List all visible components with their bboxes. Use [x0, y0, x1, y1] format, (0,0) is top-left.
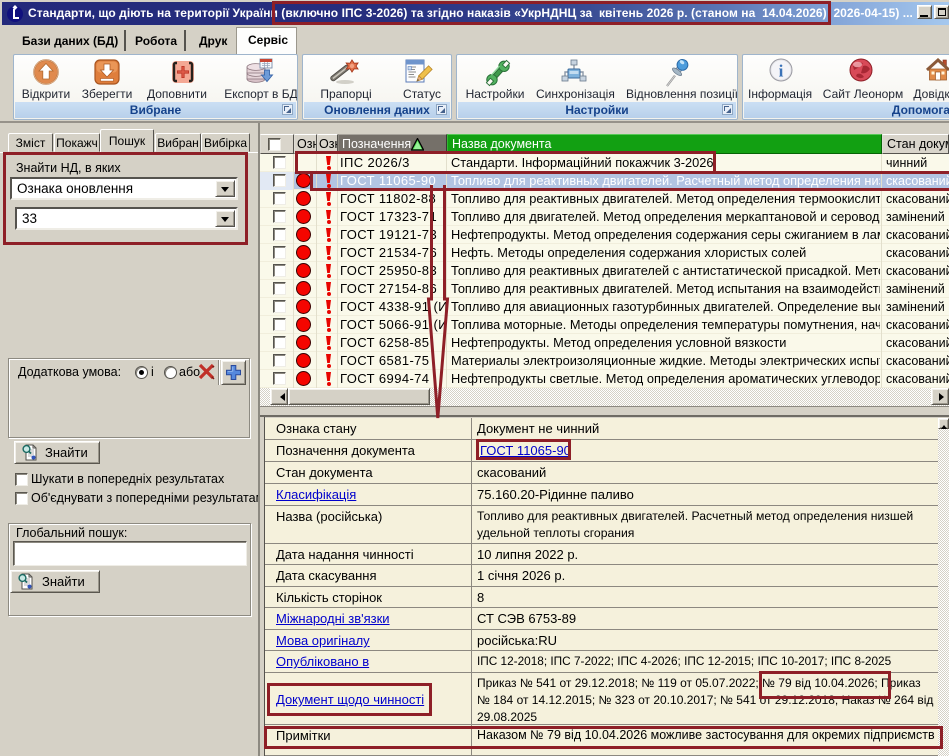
svg-text:i: i [779, 62, 784, 81]
